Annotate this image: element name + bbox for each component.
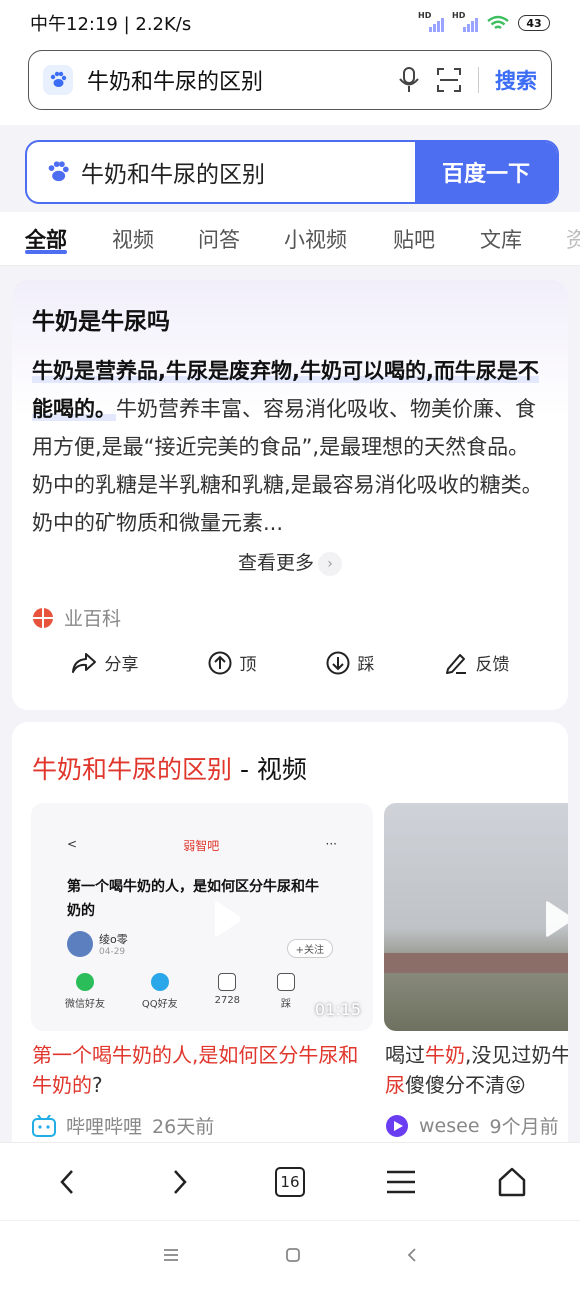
menu-icon: [387, 1170, 416, 1193]
tabs-button[interactable]: 16: [265, 1157, 315, 1207]
pencil-icon: [445, 653, 466, 674]
building-shape: [384, 953, 568, 973]
arrow-down-circle-icon: [326, 651, 349, 674]
home-icon: [499, 1167, 526, 1196]
chevron-right-icon: ›: [318, 551, 342, 576]
share-button[interactable]: 分享: [71, 650, 139, 675]
baidu-search-button[interactable]: 百度一下: [415, 142, 557, 202]
system-nav-bar: [0, 1220, 580, 1289]
thumb-user: 绫o零 04-29: [67, 931, 128, 957]
video-source[interactable]: 哔哩哔哩 26天前: [32, 1112, 214, 1139]
forward-button[interactable]: [154, 1157, 204, 1207]
thumb-follow: +关注: [286, 939, 333, 958]
video-thumbnail-2[interactable]: [384, 803, 568, 1031]
upvote-button[interactable]: 顶: [208, 650, 257, 675]
address-bar[interactable]: 牛奶和牛尿的区别 搜索: [28, 50, 552, 110]
recents-icon[interactable]: [162, 1248, 180, 1262]
answer-title[interactable]: 牛奶是牛尿吗: [32, 302, 170, 336]
avatar: [67, 931, 93, 957]
baidu-paw-icon: [43, 65, 73, 95]
tab-count: 16: [274, 1166, 305, 1197]
video-duration: 01:15: [314, 1000, 361, 1019]
video-thumbnail[interactable]: < 弱智吧 ··· 第一个喝牛奶的人，是如何区分牛尿和牛奶的 绫o零 04-29…: [31, 803, 373, 1031]
chevron-left-icon: [59, 1169, 73, 1194]
more-dots-icon: ···: [325, 837, 337, 851]
answer-source[interactable]: 业百科: [32, 604, 121, 631]
search-input[interactable]: 牛奶和牛尿的区别: [81, 155, 265, 189]
tab-short-video[interactable]: 小视频: [284, 212, 347, 254]
tab-more[interactable]: 资: [566, 212, 580, 254]
search-box[interactable]: 牛奶和牛尿的区别 百度一下: [25, 140, 559, 204]
wesee-icon: [386, 1114, 408, 1137]
downvote-button[interactable]: 踩: [326, 650, 375, 675]
scan-icon[interactable]: [436, 67, 462, 93]
play-icon: [546, 901, 568, 937]
back-button[interactable]: [43, 1157, 93, 1207]
tab-qa[interactable]: 问答: [198, 212, 240, 254]
divider: [477, 67, 479, 93]
tab-all[interactable]: 全部: [25, 212, 67, 254]
video-caption[interactable]: 第一个喝牛奶的人,是如何区分牛尿和牛奶的?: [32, 1040, 372, 1100]
view-more-link[interactable]: 查看更多 ›: [12, 548, 568, 576]
back-icon: <: [67, 837, 78, 851]
address-search-button[interactable]: 搜索: [495, 65, 537, 95]
chevron-right-icon: [173, 1169, 187, 1194]
answer-body: 牛奶是营养品,牛尿是废弃物,牛奶可以喝的,而牛尿是不能喝的。牛奶营养丰富、容易消…: [32, 352, 548, 542]
answer-actions: 分享 顶 踩 反馈: [12, 650, 568, 675]
thumb-header: < 弱智吧 ···: [67, 837, 337, 853]
thumb-text: 第一个喝牛奶的人，是如何区分牛尿和牛奶的: [67, 879, 319, 919]
feedback-button[interactable]: 反馈: [444, 650, 510, 675]
browser-bottom-bar: 16: [0, 1142, 580, 1220]
top-area: 中午12:19 | 2.2K/s HD HD 43 牛奶和牛尿的区别 搜索: [0, 0, 580, 125]
signal-icon: HD: [418, 11, 444, 32]
signal-icon-2: HD: [452, 11, 478, 32]
play-icon: [215, 901, 241, 937]
video-caption-2[interactable]: 喝过牛奶,没见过奶牛 尿傻傻分不清😝: [385, 1040, 568, 1100]
home-square-icon[interactable]: [285, 1247, 301, 1263]
thumb-shares: 微信好友 QQ好友 2728 踩: [65, 973, 295, 1010]
bilibili-icon: [32, 1114, 56, 1137]
search-tabs: 全部 视频 问答 小视频 贴吧 文库 资: [0, 212, 580, 266]
status-icons: HD HD 43: [418, 11, 550, 32]
status-bar: 中午12:19 | 2.2K/s HD HD 43: [0, 0, 580, 46]
video-source-2[interactable]: wesee 9个月前: [385, 1112, 559, 1139]
arrow-up-circle-icon: [208, 651, 231, 674]
wifi-icon: [487, 15, 509, 30]
yebaike-logo-icon: [33, 607, 53, 628]
baidu-paw-icon: [48, 161, 69, 182]
address-query[interactable]: 牛奶和牛尿的区别: [87, 64, 398, 96]
share-icon: [71, 652, 96, 673]
home-button[interactable]: [487, 1157, 537, 1207]
video-card-title[interactable]: 牛奶和牛尿的区别 - 视频: [32, 750, 307, 786]
tab-video[interactable]: 视频: [112, 212, 154, 254]
answer-card: 牛奶是牛尿吗 牛奶是营养品,牛尿是废弃物,牛奶可以喝的,而牛尿是不能喝的。牛奶营…: [12, 280, 568, 710]
status-time-speed: 中午12:19 | 2.2K/s: [30, 14, 192, 35]
tab-wenku[interactable]: 文库: [480, 212, 522, 254]
microphone-icon[interactable]: [398, 66, 420, 94]
battery-icon: 43: [518, 15, 550, 31]
menu-button[interactable]: [376, 1157, 426, 1207]
back-triangle-icon[interactable]: [406, 1247, 418, 1263]
video-card: 牛奶和牛尿的区别 - 视频 < 弱智吧 ··· 第一个喝牛奶的人，是如何区分牛尿…: [12, 722, 568, 1142]
tab-tieba[interactable]: 贴吧: [393, 212, 435, 254]
